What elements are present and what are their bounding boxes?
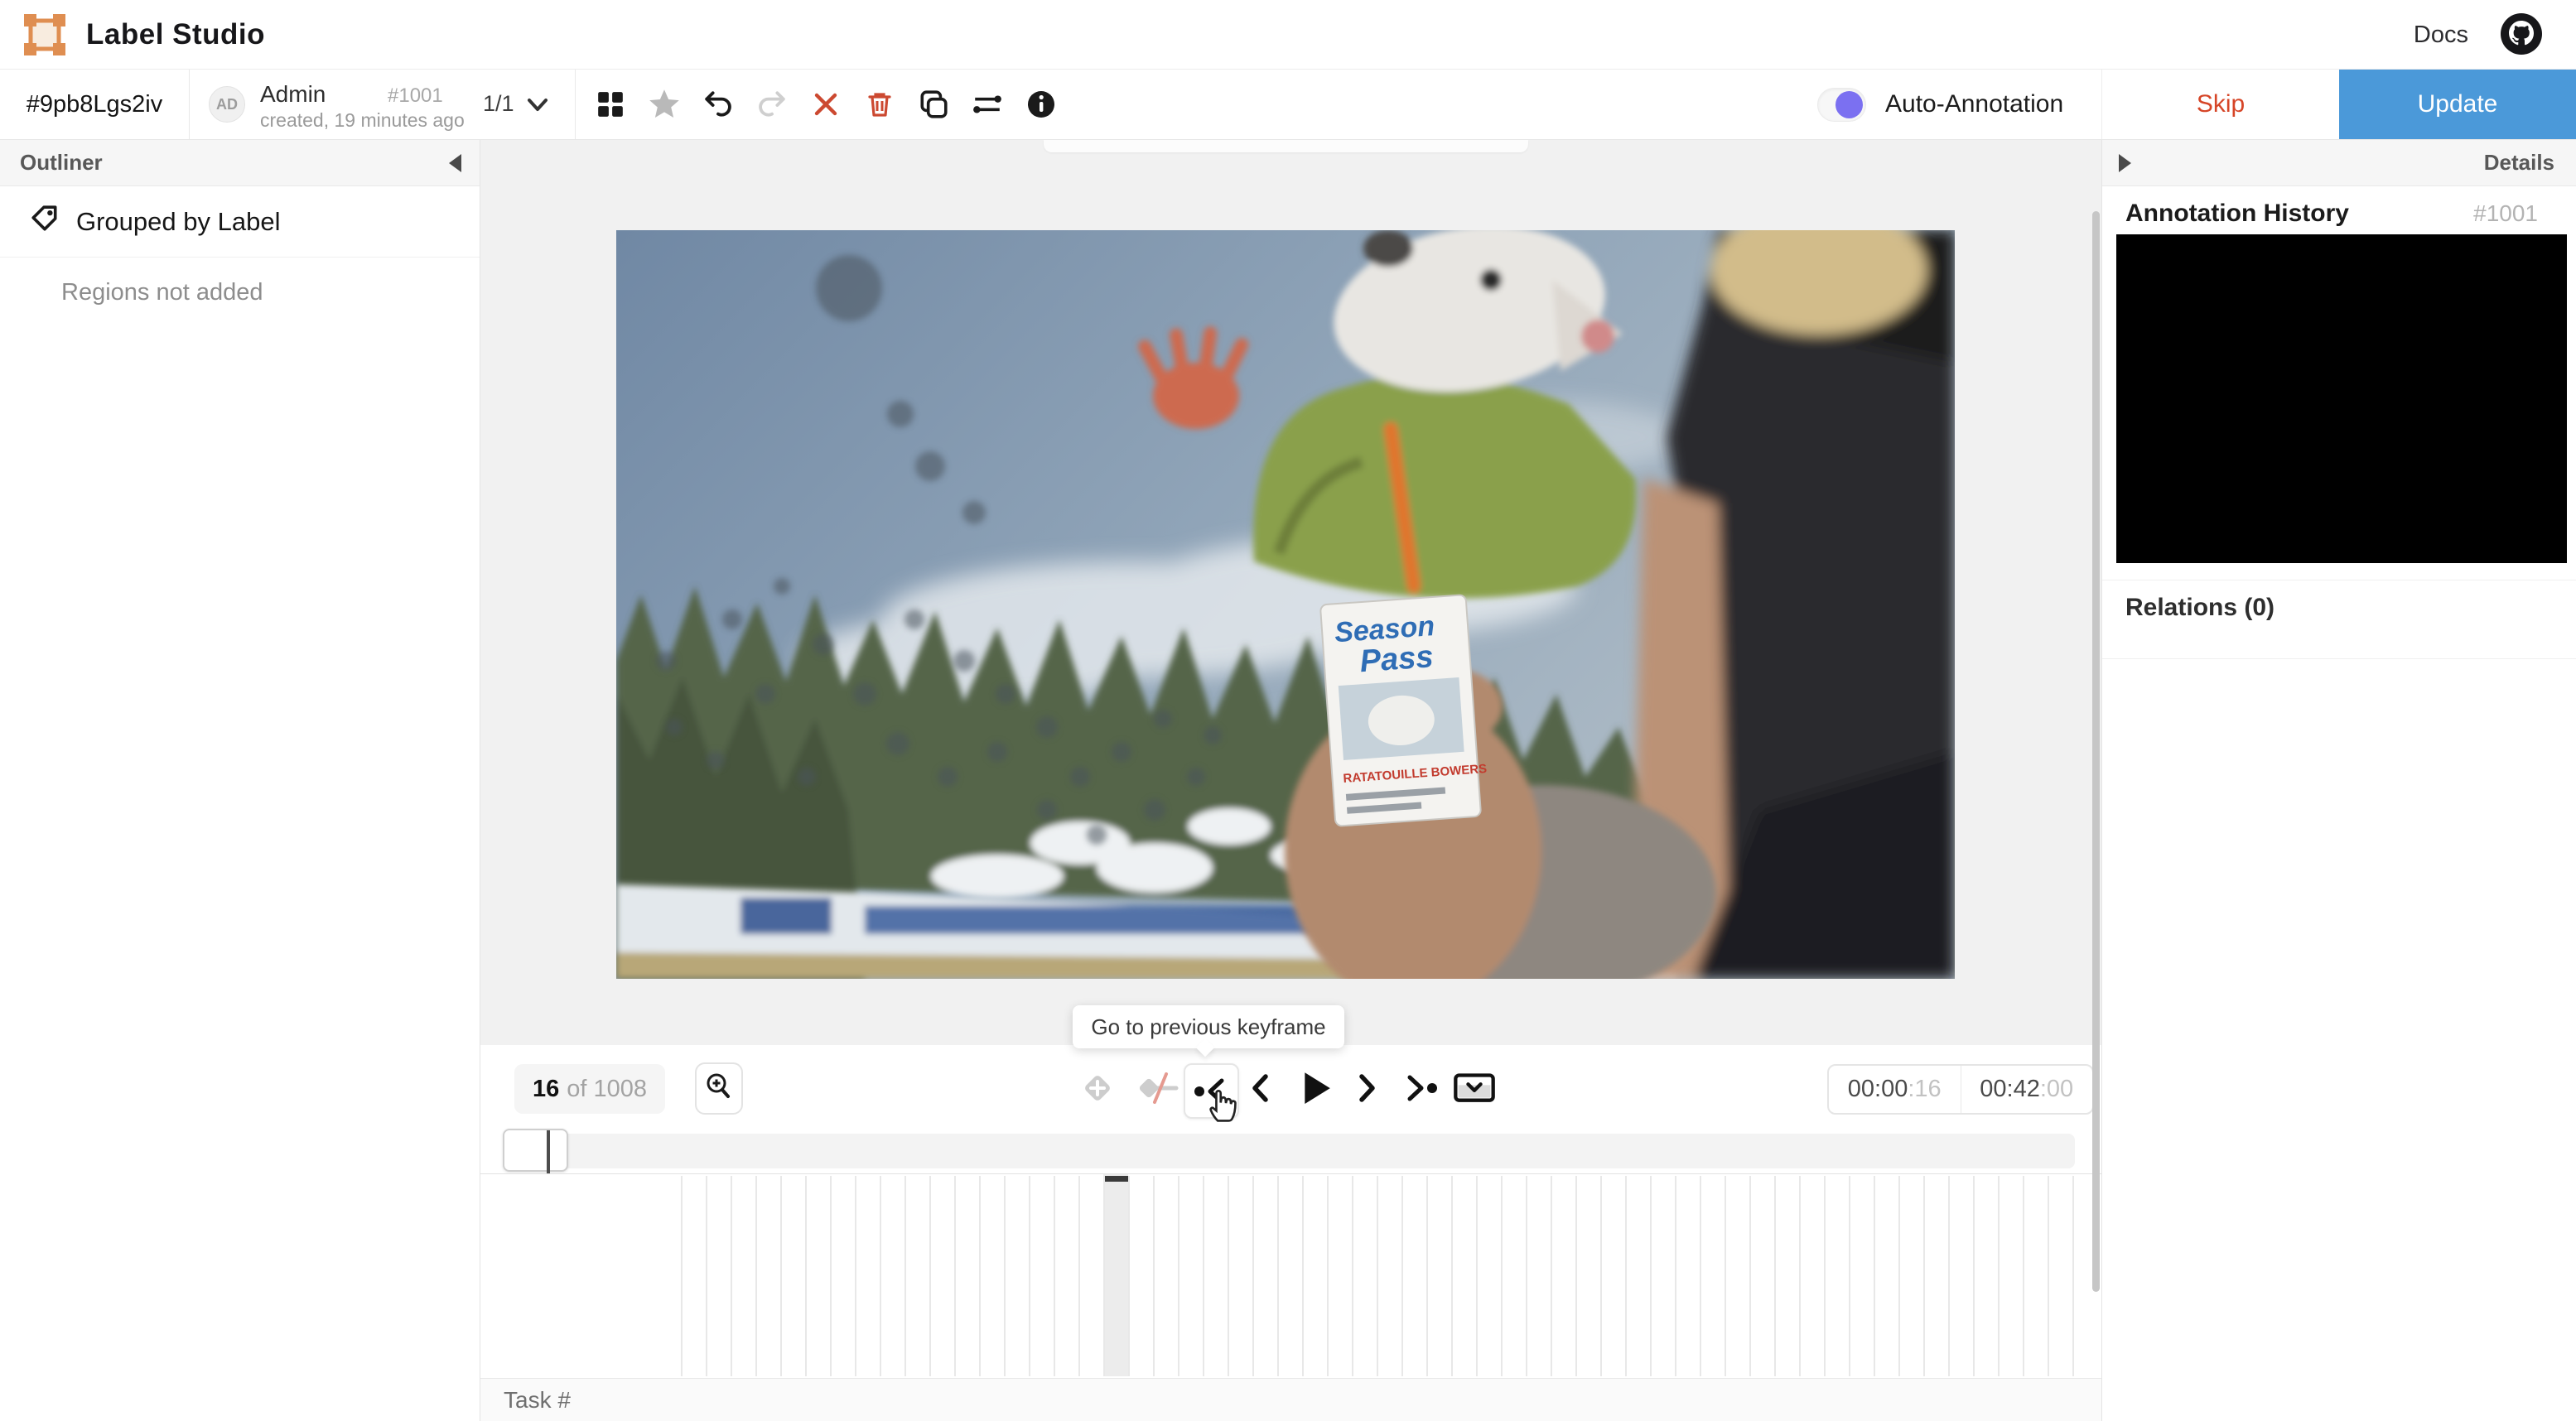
annotation-history-id: #1001 bbox=[2473, 200, 2538, 226]
relations-title: Relations (0) bbox=[2125, 594, 2275, 621]
divider bbox=[575, 70, 576, 139]
total-time: 00:42:00 bbox=[1980, 1076, 2074, 1102]
outliner-header: Outliner bbox=[0, 140, 480, 186]
vertical-scrollbar[interactable] bbox=[2092, 211, 2100, 1292]
annotation-created: created, 19 minutes ago bbox=[260, 109, 465, 131]
playback-controls: 16 of 1008 00:00:16 00:42:00 bbox=[480, 1045, 2101, 1127]
time-display: 00:00:16 00:42:00 bbox=[1827, 1064, 2094, 1115]
next-frame-button[interactable] bbox=[1353, 1071, 1382, 1105]
current-frame-column[interactable] bbox=[1103, 1174, 1128, 1376]
update-button[interactable]: Update bbox=[2339, 70, 2576, 139]
details-header: Details bbox=[2102, 140, 2576, 186]
task-toolbar: #9pb8Lgs2iv AD Admin created, 19 minutes… bbox=[0, 70, 2576, 140]
play-button[interactable] bbox=[1297, 1068, 1335, 1108]
seek-viewport[interactable] bbox=[503, 1129, 568, 1173]
auto-annotation-label: Auto-Annotation bbox=[1885, 90, 2064, 118]
reject-icon[interactable] bbox=[808, 87, 843, 122]
outliner-panel: Outliner Grouped by Label Regions not ad… bbox=[0, 140, 480, 1421]
zoom-in-button[interactable] bbox=[695, 1062, 743, 1115]
grouped-by-label: Grouped by Label bbox=[76, 206, 281, 236]
skip-button[interactable]: Skip bbox=[2101, 70, 2339, 139]
add-keyframe-button[interactable] bbox=[1078, 1069, 1117, 1107]
redo-icon[interactable] bbox=[755, 87, 789, 122]
toggle-timeline-button[interactable] bbox=[1451, 1070, 1498, 1106]
playhead[interactable] bbox=[547, 1130, 550, 1173]
group-by-label-selector[interactable]: Grouped by Label bbox=[0, 186, 480, 258]
app-header: Label Studio Docs bbox=[0, 0, 2576, 70]
season-pass-card: Season Pass RATATOUILLE BOWERS bbox=[1319, 594, 1488, 827]
task-id: #9pb8Lgs2iv bbox=[26, 91, 163, 118]
frame-counter[interactable]: 16 of 1008 bbox=[514, 1064, 665, 1114]
history-preview bbox=[2116, 234, 2567, 563]
previous-keyframe-button[interactable] bbox=[1184, 1063, 1239, 1122]
tooltip-text: Go to previous keyframe bbox=[1091, 1014, 1326, 1039]
info-icon[interactable] bbox=[1024, 87, 1059, 122]
timeline-footer: Task # bbox=[480, 1378, 2101, 1421]
total-frames: of 1008 bbox=[567, 1075, 648, 1102]
github-icon[interactable] bbox=[2500, 12, 2543, 55]
toggle-interpolation-button[interactable] bbox=[1135, 1071, 1179, 1105]
video-stage: Season Pass RATATOUILLE BOWERS bbox=[480, 140, 2101, 1045]
outliner-title: Outliner bbox=[20, 150, 103, 175]
elapsed-time: 00:00:16 bbox=[1847, 1076, 1942, 1102]
tooltip: Go to previous keyframe bbox=[1073, 1005, 1344, 1057]
details-panel: Details Annotation History #1001 Relatio… bbox=[2101, 140, 2576, 1421]
hand-cursor-icon bbox=[1207, 1083, 1243, 1123]
divider bbox=[2102, 658, 2576, 659]
next-keyframe-button[interactable] bbox=[1398, 1071, 1441, 1105]
regions-empty-text: Regions not added bbox=[61, 279, 263, 306]
details-title: Details bbox=[2483, 150, 2554, 175]
annotator-name: Admin bbox=[260, 81, 326, 107]
previous-frame-button[interactable] bbox=[1245, 1071, 1275, 1105]
app-title: Label Studio bbox=[86, 18, 265, 51]
grid-view-icon[interactable] bbox=[593, 87, 628, 122]
chevron-down-icon[interactable] bbox=[523, 93, 552, 118]
tag-icon bbox=[30, 204, 60, 240]
toggle-knob bbox=[1836, 91, 1863, 118]
collapse-panel-icon[interactable] bbox=[449, 153, 461, 172]
magnifier-plus-icon bbox=[704, 1072, 734, 1105]
annotation-id: #1001 bbox=[388, 84, 443, 107]
annotation-pagination: 1/1 bbox=[483, 91, 514, 116]
annotation-history-row: Annotation History #1001 bbox=[2125, 200, 2538, 228]
scrolled-card-edge bbox=[1044, 140, 1528, 152]
avatar: AD bbox=[209, 86, 245, 123]
video-frame[interactable]: Season Pass RATATOUILLE BOWERS bbox=[616, 230, 1955, 979]
divider bbox=[189, 70, 190, 139]
auto-annotation-toggle[interactable] bbox=[1817, 88, 1866, 122]
main-content: Season Pass RATATOUILLE BOWERS 16 of 100… bbox=[480, 140, 2101, 1421]
docs-link[interactable]: Docs bbox=[2414, 22, 2468, 49]
star-icon[interactable] bbox=[647, 87, 682, 122]
task-label: Task # bbox=[504, 1387, 571, 1413]
label-studio-logo-icon bbox=[22, 12, 68, 58]
undo-icon[interactable] bbox=[701, 87, 736, 122]
relations-icon[interactable] bbox=[970, 87, 1005, 122]
delete-icon[interactable] bbox=[862, 87, 897, 122]
annotation-toolbar bbox=[593, 70, 1059, 139]
svg-text:Pass: Pass bbox=[1358, 639, 1434, 679]
annotation-history-title: Annotation History bbox=[2125, 200, 2349, 227]
seek-track[interactable] bbox=[505, 1134, 2075, 1168]
seek-row bbox=[480, 1127, 2101, 1173]
timeline-ruler[interactable] bbox=[480, 1173, 2101, 1376]
duplicate-icon[interactable] bbox=[916, 87, 951, 122]
expand-panel-icon[interactable] bbox=[2119, 153, 2131, 172]
current-frame: 16 bbox=[532, 1075, 560, 1102]
